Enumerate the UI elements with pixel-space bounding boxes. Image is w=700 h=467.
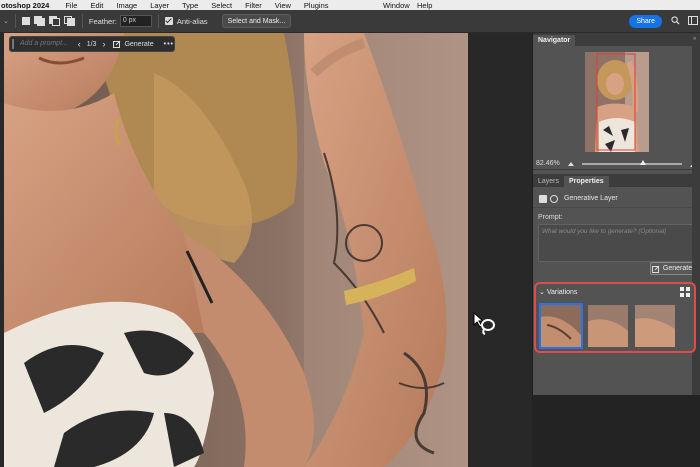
antialias-checkbox[interactable] xyxy=(164,17,173,25)
zoom-bar: 82.46% xyxy=(533,158,700,170)
menu-view[interactable]: View xyxy=(275,1,291,10)
options-bar: ⌄ Feather: 0 px Anti-alias Select and Ma… xyxy=(0,10,700,33)
tab-properties[interactable]: Properties xyxy=(564,176,609,187)
menu-plugins[interactable]: Plugins xyxy=(304,1,329,10)
new-selection-icon[interactable] xyxy=(21,17,30,25)
document-canvas-photo[interactable] xyxy=(4,33,468,467)
prompt-input[interactable]: Add a prompt... xyxy=(12,39,72,49)
add-selection-icon[interactable] xyxy=(33,16,46,26)
grid-view-icon[interactable] xyxy=(680,287,690,299)
zoom-slider[interactable] xyxy=(581,159,682,165)
tab-navigator[interactable]: Navigator xyxy=(533,35,576,46)
more-options-icon[interactable]: ••• xyxy=(164,41,174,48)
select-and-mask-button[interactable]: Select and Mask... xyxy=(221,14,292,28)
variation-thumbnail-2[interactable] xyxy=(588,305,628,347)
menu-edit[interactable]: Edit xyxy=(90,1,103,10)
generate-icon xyxy=(113,40,121,48)
variations-label: Variations xyxy=(546,289,578,296)
divider xyxy=(81,14,83,28)
properties-tab-header: Layers Properties xyxy=(533,174,700,187)
workspace-icon[interactable] xyxy=(688,15,698,27)
next-icon[interactable]: › xyxy=(102,39,105,49)
intersect-selection-icon[interactable] xyxy=(63,16,76,26)
subtract-selection-icon[interactable] xyxy=(48,16,61,26)
chevron-down-icon[interactable]: ⌄ xyxy=(539,289,545,296)
navigator-thumbnail[interactable] xyxy=(584,52,649,152)
generate-icon xyxy=(651,265,660,273)
zoom-value[interactable]: 82.46% xyxy=(536,160,560,167)
zoom-out-icon[interactable] xyxy=(567,161,574,166)
lasso-cursor-icon xyxy=(473,311,495,335)
menu-window[interactable]: Window xyxy=(383,0,410,10)
app-name[interactable]: otoshop 2024 xyxy=(0,1,49,10)
prompt-label: Prompt: xyxy=(538,214,563,221)
zoom-slider-handle[interactable] xyxy=(639,159,646,165)
divider xyxy=(14,14,16,28)
generate-label: Generate xyxy=(124,40,154,48)
generate-label: Generate xyxy=(662,265,693,272)
tab-layers[interactable]: Layers xyxy=(533,176,564,187)
menu-select[interactable]: Select xyxy=(211,1,232,10)
prompt-textarea[interactable]: What would you like to generate? (Option… xyxy=(538,224,695,262)
menu-layer[interactable]: Layer xyxy=(150,1,169,10)
search-icon[interactable] xyxy=(671,15,680,27)
properties-generate-button[interactable]: Generate xyxy=(650,262,694,275)
layer-type-label: Generative Layer xyxy=(564,195,618,202)
empty-dock-area xyxy=(532,395,700,467)
antialias-label: Anti-alias xyxy=(176,16,208,26)
tool-dropdown-arrow-icon[interactable]: ⌄ xyxy=(3,17,9,25)
generative-layer-icon xyxy=(539,194,547,203)
panel-collapse-icon[interactable]: « xyxy=(693,36,696,42)
menu-image[interactable]: Image xyxy=(116,1,137,10)
variations-header[interactable]: ⌄ Variations xyxy=(539,288,577,296)
menu-filter[interactable]: Filter xyxy=(245,1,262,10)
divider xyxy=(157,14,159,28)
variation-thumbnail-1[interactable] xyxy=(539,303,583,349)
menu-bar: otoshop 2024 File Edit Image Layer Type … xyxy=(0,0,700,10)
feather-input[interactable]: 0 px xyxy=(119,15,152,27)
variation-counter: 1/3 xyxy=(86,40,97,48)
contextual-task-bar: Add a prompt... ‹ 1/3 › Generate ••• xyxy=(9,36,175,52)
variations-section: ⌄ Variations xyxy=(534,282,696,353)
navigator-tab-header: Navigator xyxy=(533,33,700,46)
previous-icon[interactable]: ‹ xyxy=(78,39,81,49)
menu-type[interactable]: Type xyxy=(182,1,198,10)
share-button[interactable]: Share xyxy=(629,14,662,28)
layer-type-row: Generative Layer xyxy=(533,190,700,208)
menu-help[interactable]: Help xyxy=(417,0,432,10)
generate-button[interactable]: Generate xyxy=(113,40,154,48)
navigator-panel xyxy=(533,46,700,158)
variation-thumbnail-3[interactable] xyxy=(635,305,675,347)
feather-label: Feather: xyxy=(88,16,117,26)
mask-icon xyxy=(550,194,558,203)
menu-file[interactable]: File xyxy=(65,1,77,10)
